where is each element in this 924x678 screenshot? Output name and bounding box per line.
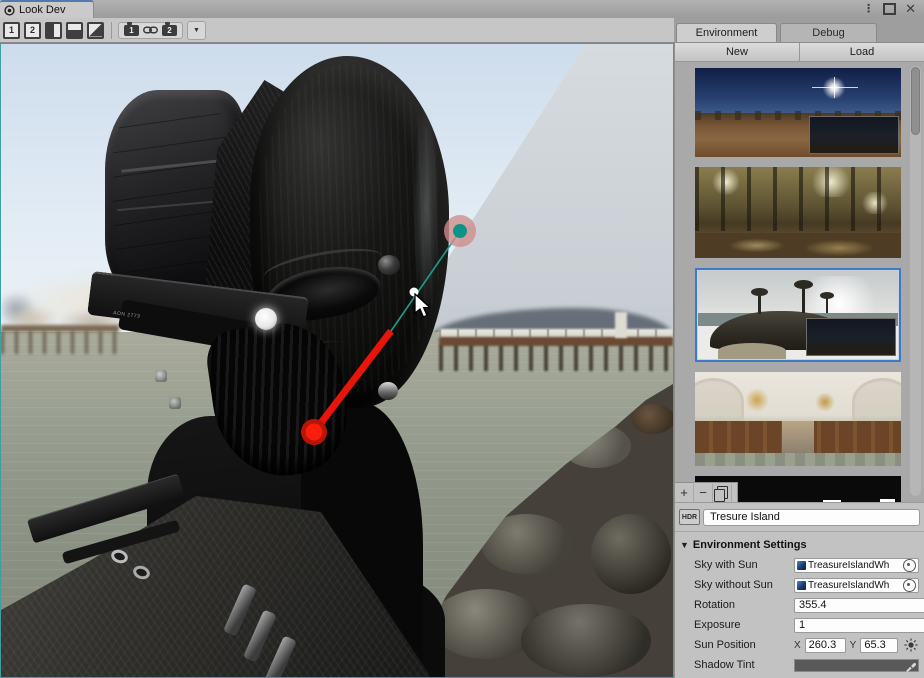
settings-header-label: Environment Settings <box>693 539 807 551</box>
rotation-field[interactable] <box>794 598 924 613</box>
hdri-list-toolbar: + − <box>675 482 738 502</box>
church-preview <box>695 372 901 466</box>
panel-tab-strip: Environment Debug <box>674 18 924 43</box>
treasure-island-preview <box>698 271 898 359</box>
tab-environment[interactable]: Environment <box>676 23 777 42</box>
lookdev-viewport[interactable]: AON 2773 <box>0 43 674 678</box>
hdr-badge: HDR <box>679 509 700 525</box>
eyedropper-icon[interactable] <box>905 661 916 672</box>
shadow-tint-label: Shadow Tint <box>694 659 794 671</box>
close-icon[interactable]: ✕ <box>905 4 916 14</box>
sky-with-sun-label: Sky with Sun <box>694 559 794 571</box>
layout-single1-icon: 1 <box>3 22 20 39</box>
environment-settings-header[interactable]: ▼ Environment Settings <box>675 537 924 555</box>
sun-icon <box>904 638 918 652</box>
camera-1-icon[interactable]: 1 <box>124 25 139 36</box>
camera-2-icon[interactable]: 2 <box>162 25 177 36</box>
toolbar: 1 2 1 2 ▼ <box>0 18 924 43</box>
sun-pick-button[interactable] <box>903 637 919 653</box>
layout-split-vertical-button[interactable] <box>44 21 63 40</box>
sun-y-field[interactable] <box>860 638 898 653</box>
object-picker-icon[interactable] <box>903 559 916 572</box>
shadow-handle[interactable] <box>453 224 467 238</box>
chevron-down-icon: ▼ <box>193 27 200 34</box>
tab-look-dev[interactable]: Look Dev <box>0 0 94 18</box>
layout-split-horizontal-button[interactable] <box>65 21 84 40</box>
rotation-label: Rotation <box>694 599 794 611</box>
remove-hdri-button[interactable]: − <box>694 484 713 502</box>
viewport-scene: AON 2773 <box>1 44 673 677</box>
shadow-tint-row: Shadow Tint <box>675 655 924 675</box>
menu-icon[interactable]: ⋮ <box>863 4 874 14</box>
camera-sync-group: 1 2 <box>118 22 183 39</box>
mouse-cursor <box>413 293 435 319</box>
load-button[interactable]: Load <box>800 43 924 61</box>
foldout-triangle-icon: ▼ <box>680 540 689 550</box>
sun-y-label: Y <box>850 640 857 651</box>
viewport-toolbar: 1 2 1 2 ▼ <box>0 18 674 43</box>
link-cameras-icon[interactable] <box>143 25 158 35</box>
sky-without-sun-label: Sky without Sun <box>694 579 794 591</box>
sun-x-label: X <box>794 640 801 651</box>
layout-single2-button[interactable]: 2 <box>23 21 42 40</box>
title-bar: Look Dev ⋮ ✕ <box>0 0 924 18</box>
layout-split-diagonal-button[interactable] <box>86 21 105 40</box>
duplicate-icon <box>717 486 728 499</box>
eye-icon <box>4 5 15 16</box>
environment-panel: New Load <box>674 43 924 678</box>
sun-position-row: Sun Position X Y <box>675 635 924 655</box>
exposure-field[interactable] <box>794 618 924 633</box>
rotation-row: Rotation <box>675 595 924 615</box>
layout-split-vertical-icon <box>45 22 62 39</box>
sky-with-sun-row: Sky with Sun TreasureIslandWh <box>675 555 924 575</box>
camera-dropdown-button[interactable]: ▼ <box>187 21 206 40</box>
maximize-icon[interactable] <box>883 3 896 15</box>
lookdev-window: Look Dev ⋮ ✕ 1 2 <box>0 0 924 678</box>
environment-settings: ▼ Environment Settings Sky with Sun Trea… <box>675 531 924 675</box>
forest-preview <box>695 167 901 258</box>
layout-split-diagonal-icon <box>87 22 104 39</box>
sun-position-gizmo <box>1 44 673 677</box>
add-hdri-button[interactable]: + <box>675 484 694 502</box>
sky-without-sun-row: Sky without Sun TreasureIslandWh <box>675 575 924 595</box>
cubemap-icon <box>797 561 806 570</box>
hdri-thumbnails <box>695 68 901 502</box>
exposure-label: Exposure <box>694 619 794 631</box>
object-picker-icon[interactable] <box>903 579 916 592</box>
duplicate-hdri-button[interactable] <box>713 484 732 502</box>
toolbar-separator <box>111 22 112 39</box>
new-button[interactable]: New <box>675 43 800 61</box>
window-title: Look Dev <box>19 4 65 16</box>
sky-without-sun-field[interactable]: TreasureIslandWh <box>794 578 919 593</box>
hdri-name-field[interactable] <box>703 509 920 526</box>
hdri-thumbnail-desert-day[interactable] <box>695 68 901 157</box>
thumbnail-scrollbar-thumb[interactable] <box>911 67 920 135</box>
sun-handle[interactable] <box>306 424 323 441</box>
layout-single2-icon: 2 <box>24 22 41 39</box>
window-controls: ⋮ ✕ <box>863 0 924 18</box>
hdri-thumbnail-forest[interactable] <box>695 167 901 258</box>
library-actions: New Load <box>675 43 924 62</box>
hdri-thumbnail-treasure-island[interactable] <box>695 268 901 362</box>
sun-x-field[interactable] <box>805 638 846 653</box>
sun-direction-line <box>314 331 391 432</box>
layout-single1-button[interactable]: 1 <box>2 21 21 40</box>
preview-inset <box>809 116 899 154</box>
layout-split-horizontal-icon <box>66 22 83 39</box>
shadow-tint-swatch[interactable] <box>794 659 919 672</box>
cubemap-icon <box>797 581 806 590</box>
exposure-row: Exposure <box>675 615 924 635</box>
hdri-name-row: HDR <box>675 502 924 531</box>
sky-with-sun-field[interactable]: TreasureIslandWh <box>794 558 919 573</box>
hdri-list: + − <box>675 62 924 502</box>
desert-day-preview <box>695 68 901 157</box>
preview-inset <box>806 318 896 356</box>
hdri-thumbnail-church-interior[interactable] <box>695 372 901 466</box>
sun-position-label: Sun Position <box>694 639 794 651</box>
tab-debug[interactable]: Debug <box>780 23 877 42</box>
